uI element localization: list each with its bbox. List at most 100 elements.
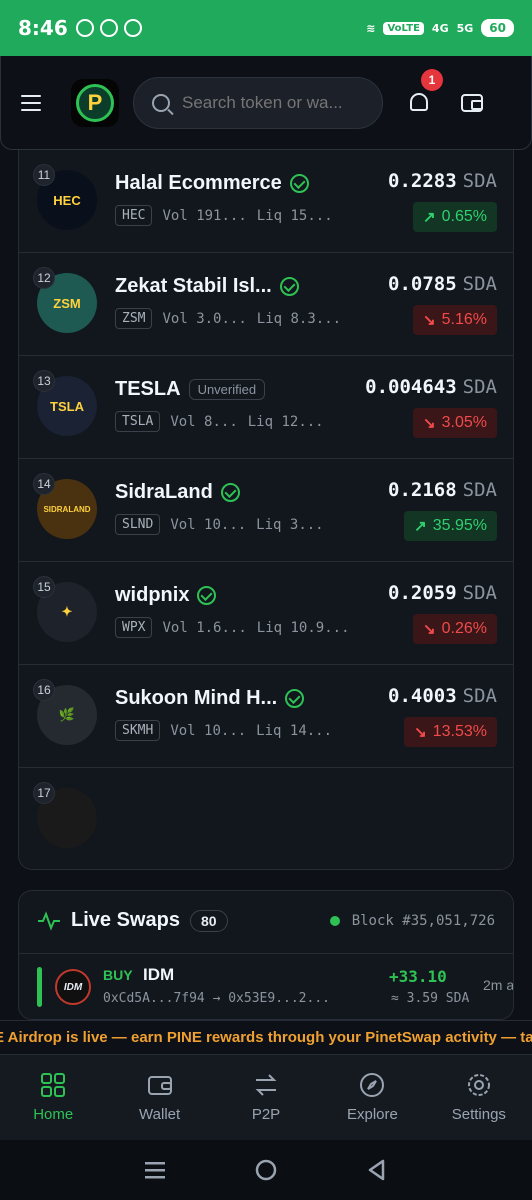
verified-icon bbox=[289, 174, 309, 193]
gear-icon bbox=[466, 1072, 492, 1098]
token-row[interactable]: 16 🌿 Sukoon Mind H... SKMH Vol 10... Liq 14..… bbox=[19, 665, 513, 768]
token-symbol: HEC bbox=[115, 205, 153, 226]
token-name-wrap: Zekat Stabil Isl... bbox=[115, 275, 299, 298]
token-volume: Vol 3.0... bbox=[162, 310, 247, 327]
token-logo-text: ✦ bbox=[61, 604, 73, 619]
token-meta: WPX Vol 1.6... Liq 10.9... bbox=[115, 617, 350, 638]
token-name-wrap: TESLA Unverified bbox=[115, 378, 266, 401]
swap-amount: +33.10 bbox=[389, 967, 447, 986]
price-change-badge: ↘ 3.05% bbox=[413, 408, 497, 438]
recent-apps-icon[interactable] bbox=[143, 1158, 167, 1182]
ticker-text: E Airdrop is live — earn PINE rewards th… bbox=[0, 1029, 532, 1046]
nav-explore[interactable]: Explore bbox=[319, 1055, 425, 1140]
token-price: 0.2283 bbox=[388, 170, 457, 192]
swap-token: IDM bbox=[143, 965, 175, 984]
price-change: 13.53% bbox=[432, 723, 487, 740]
token-row[interactable]: 13 TSLA TESLA Unverified TSLA Vol 8... Liq 12.… bbox=[19, 356, 513, 459]
token-name-wrap: Halal Ecommerce bbox=[115, 172, 309, 195]
token-volume: Vol 10... bbox=[170, 516, 247, 533]
token-liquidity: Liq 10.9... bbox=[256, 619, 350, 636]
back-icon[interactable] bbox=[365, 1158, 389, 1182]
token-rank: 17 bbox=[33, 782, 55, 804]
price-change-badge: ↗ 35.95% bbox=[404, 511, 497, 541]
swap-addresses: 0xCd5A...7f94 → 0x53E9...2... bbox=[103, 991, 330, 1006]
search-icon bbox=[152, 93, 170, 112]
token-price: 0.0785 bbox=[388, 273, 457, 295]
price-change: 0.26% bbox=[441, 620, 487, 637]
verified-icon bbox=[197, 586, 217, 605]
logo-mark: P bbox=[76, 83, 114, 122]
token-price: 0.2059 bbox=[388, 582, 457, 604]
token-liquidity: Liq 8.3... bbox=[256, 310, 342, 327]
nav-label: Settings bbox=[451, 1106, 506, 1123]
token-rank: 14 bbox=[33, 473, 55, 495]
announcement-ticker[interactable]: E Airdrop is live — earn PINE rewards th… bbox=[0, 1020, 532, 1054]
signal-4g: 4G bbox=[431, 21, 449, 35]
home-circle-icon[interactable] bbox=[254, 1158, 278, 1182]
notifications-button[interactable]: 1 bbox=[407, 68, 443, 115]
arrow-down-right-icon: ↘ bbox=[423, 312, 436, 329]
price-unit: SDA bbox=[462, 582, 497, 604]
nav-home[interactable]: Home bbox=[0, 1055, 106, 1140]
nav-label: Wallet bbox=[139, 1106, 181, 1123]
verified-icon bbox=[220, 483, 240, 502]
buy-indicator-bar bbox=[37, 967, 42, 1007]
nav-label: P2P bbox=[251, 1106, 281, 1123]
nav-label: Home bbox=[33, 1106, 74, 1123]
price-change: 0.65% bbox=[441, 208, 487, 225]
swap-sda-value: ≈ 3.59 SDA bbox=[391, 991, 470, 1006]
token-price-wrap: 0.2059 SDA bbox=[388, 582, 497, 604]
token-logo-text: HEC bbox=[53, 192, 81, 208]
activity-icon bbox=[38, 910, 60, 931]
swap-arrows-icon bbox=[253, 1072, 279, 1098]
token-row[interactable]: 14 SIDRALAND SidraLand SLND Vol 10... Liq 3..… bbox=[19, 459, 513, 562]
notification-icons bbox=[75, 19, 142, 37]
signal-5g: 5G bbox=[456, 21, 474, 35]
token-price-wrap: 0.2283 SDA bbox=[388, 170, 497, 192]
token-row[interactable]: 15 ✦ widpnix WPX Vol 1.6... Liq 10.9... 0.2059… bbox=[19, 562, 513, 665]
token-name: widpnix bbox=[115, 584, 190, 606]
app-notification-icon bbox=[99, 19, 118, 37]
token-liquidity: Liq 14... bbox=[256, 722, 333, 739]
token-liquidity: Liq 12... bbox=[247, 413, 324, 430]
token-symbol: SKMH bbox=[115, 720, 161, 741]
arrow-down-right-icon: ↘ bbox=[423, 621, 436, 638]
token-logo-text: 🌿 bbox=[58, 707, 76, 722]
wifi-icon: ≋ bbox=[366, 21, 376, 35]
swap-time: 2m a bbox=[483, 977, 514, 993]
token-name-wrap: SidraLand bbox=[115, 481, 240, 504]
messenger-icon bbox=[123, 19, 142, 37]
token-row[interactable]: 17 bbox=[19, 768, 513, 869]
price-change-badge: ↘ 5.16% bbox=[413, 305, 497, 335]
wallet-icon[interactable] bbox=[461, 93, 483, 112]
token-meta: SKMH Vol 10... Liq 14... bbox=[115, 720, 332, 741]
token-row[interactable]: 12 ZSM Zekat Stabil Isl... ZSM Vol 3.0... Liq… bbox=[19, 253, 513, 356]
token-volume: Vol 191... bbox=[162, 207, 247, 224]
search-box[interactable] bbox=[133, 76, 383, 129]
nav-settings[interactable]: Settings bbox=[426, 1055, 532, 1140]
nav-p2p[interactable]: P2P bbox=[213, 1055, 319, 1140]
live-dot-icon bbox=[329, 916, 340, 926]
nav-wallet[interactable]: Wallet bbox=[106, 1055, 212, 1140]
token-list: ASidra Aram TravelARMSVol 79...Liq 6.8..… bbox=[18, 150, 514, 870]
price-change-badge: ↘ 0.26% bbox=[413, 614, 497, 644]
menu-icon[interactable] bbox=[21, 94, 41, 111]
swap-type: BUY bbox=[103, 967, 133, 983]
app-logo[interactable]: P bbox=[71, 78, 119, 127]
clock: 8:46 bbox=[18, 16, 68, 40]
block-number: Block #35,051,726 bbox=[351, 913, 495, 929]
block-indicator: Block #35,051,726 bbox=[329, 913, 495, 929]
live-swaps-count: 80 bbox=[189, 909, 228, 932]
token-name: TESLA bbox=[115, 378, 181, 400]
token-name-wrap: widpnix bbox=[115, 584, 217, 607]
token-symbol: ZSM bbox=[115, 308, 153, 329]
bell-icon bbox=[410, 92, 428, 111]
token-logo-text: TSLA bbox=[50, 398, 84, 414]
bottom-nav: Home Wallet P2P Explore Settings bbox=[0, 1054, 532, 1140]
token-name: Halal Ecommerce bbox=[115, 172, 282, 194]
token-row[interactable]: 11 HEC Halal Ecommerce HEC Vol 191... Liq 15.… bbox=[19, 150, 513, 253]
verified-icon bbox=[279, 277, 299, 296]
arrow-up-right-icon: ↗ bbox=[423, 209, 436, 226]
search-input[interactable] bbox=[182, 92, 362, 113]
token-liquidity: Liq 3... bbox=[256, 516, 324, 533]
